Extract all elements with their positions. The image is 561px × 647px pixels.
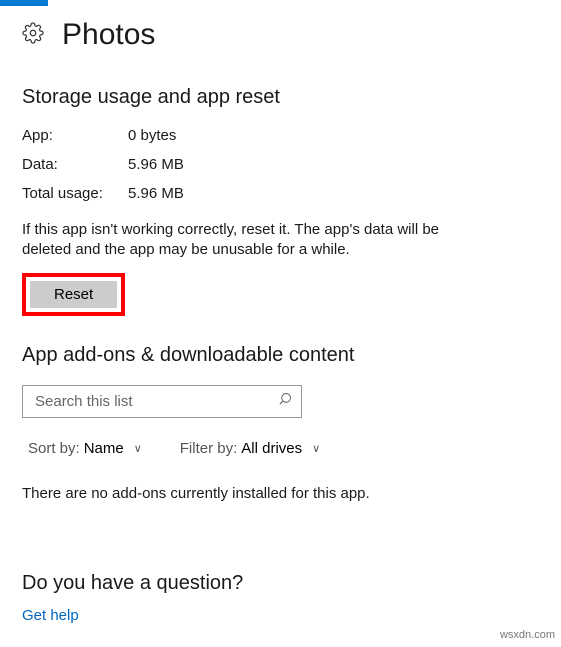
reset-button[interactable]: Reset	[30, 281, 117, 308]
storage-row-app: App: 0 bytes	[22, 127, 539, 144]
filter-row: Sort by: Name ∨ Filter by: All drives ∨	[22, 440, 539, 457]
filter-label: Filter by:	[180, 440, 238, 457]
search-box[interactable]	[22, 385, 302, 418]
storage-label: App:	[22, 127, 128, 144]
storage-row-data: Data: 5.96 MB	[22, 156, 539, 173]
filter-value: All drives	[241, 440, 302, 457]
storage-label: Data:	[22, 156, 128, 173]
storage-table: App: 0 bytes Data: 5.96 MB Total usage: …	[22, 127, 539, 202]
storage-value: 5.96 MB	[128, 156, 184, 173]
question-heading: Do you have a question?	[22, 572, 539, 595]
search-icon[interactable]	[278, 391, 293, 411]
top-accent-bar	[0, 0, 48, 6]
reset-description: If this app isn't working correctly, res…	[22, 220, 482, 261]
page-title: Photos	[62, 18, 155, 52]
chevron-down-icon: ∨	[312, 442, 320, 455]
page-header: Photos	[22, 18, 539, 52]
sort-by-dropdown[interactable]: Sort by: Name ∨	[28, 440, 142, 457]
chevron-down-icon: ∨	[134, 442, 142, 455]
storage-value: 0 bytes	[128, 127, 176, 144]
storage-label: Total usage:	[22, 185, 128, 202]
sort-label: Sort by:	[28, 440, 80, 457]
get-help-link[interactable]: Get help	[22, 607, 79, 624]
gear-icon	[22, 22, 44, 49]
search-input[interactable]	[35, 393, 278, 410]
addons-heading: App add-ons & downloadable content	[22, 344, 539, 367]
sort-value: Name	[84, 440, 124, 457]
storage-value: 5.96 MB	[128, 185, 184, 202]
filter-by-dropdown[interactable]: Filter by: All drives ∨	[180, 440, 320, 457]
storage-row-total: Total usage: 5.96 MB	[22, 185, 539, 202]
storage-heading: Storage usage and app reset	[22, 86, 539, 109]
watermark: wsxdn.com	[500, 629, 555, 641]
reset-highlight: Reset	[22, 273, 125, 316]
addons-empty-text: There are no add-ons currently installed…	[22, 485, 539, 502]
